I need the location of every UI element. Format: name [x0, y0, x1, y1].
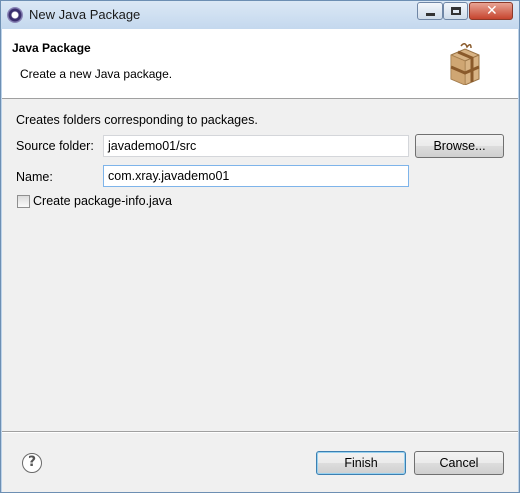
wizard-header: Java Package Create a new Java package. [2, 29, 518, 99]
close-button[interactable]: ✕ [469, 2, 513, 20]
new-java-package-dialog: New Java Package ✕ Java Package Create a… [0, 0, 520, 493]
wizard-intro-text: Creates folders corresponding to package… [16, 113, 258, 127]
eclipse-icon [7, 7, 23, 23]
finish-button[interactable]: Finish [316, 451, 406, 475]
window-title: New Java Package [29, 7, 141, 22]
maximize-button[interactable] [443, 2, 468, 20]
footer-separator [2, 431, 518, 433]
close-icon: ✕ [486, 3, 498, 19]
help-icon[interactable]: ? [22, 453, 42, 473]
header-title: Java Package [12, 41, 91, 55]
package-info-checkbox[interactable] [17, 195, 30, 208]
package-icon [450, 43, 480, 85]
source-folder-label: Source folder: [16, 139, 94, 153]
package-name-field[interactable]: com.xray.javademo01 [103, 165, 409, 187]
name-label: Name: [16, 170, 53, 184]
cancel-button[interactable]: Cancel [414, 451, 504, 475]
dialog-content: Java Package Create a new Java package. … [2, 29, 518, 492]
minimize-icon [426, 13, 435, 16]
minimize-button[interactable] [417, 2, 443, 20]
package-info-checkbox-label[interactable]: Create package-info.java [33, 194, 172, 208]
browse-button[interactable]: Browse... [415, 134, 504, 158]
maximize-icon [451, 7, 461, 15]
title-bar[interactable]: New Java Package ✕ [1, 1, 519, 29]
header-description: Create a new Java package. [20, 67, 173, 81]
source-folder-field[interactable]: javademo01/src [103, 135, 409, 157]
